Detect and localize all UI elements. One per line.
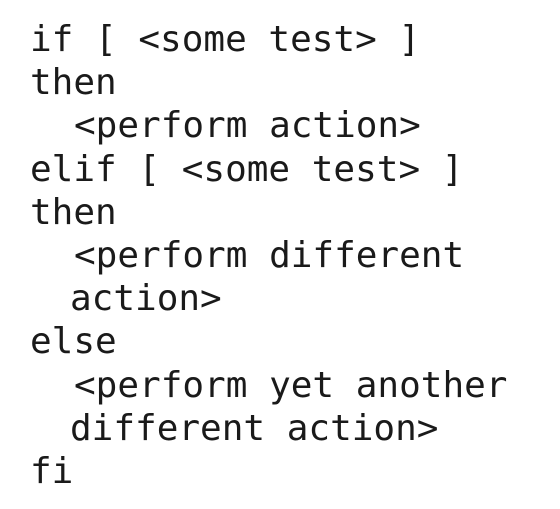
code-line-else: else [30, 321, 117, 363]
code-line-then: then [30, 191, 117, 233]
code-line-action-continuation: action> [70, 278, 222, 320]
code-line-perform-yet-another: <perform yet another [74, 364, 508, 406]
code-line-perform-action: <perform action> [74, 105, 421, 147]
code-line-elif: elif [ <some test> ] [30, 148, 464, 190]
code-line-different-action-continuation: different action> [70, 407, 439, 449]
code-line-perform-different: <perform different [74, 234, 465, 276]
code-line-fi: fi [30, 450, 74, 492]
code-line-then: then [30, 62, 117, 104]
code-line-if: if [ <some test> ] [30, 19, 421, 60]
shell-if-elif-else-code-block: if [ <some test> ] then <perform action>… [30, 18, 550, 493]
